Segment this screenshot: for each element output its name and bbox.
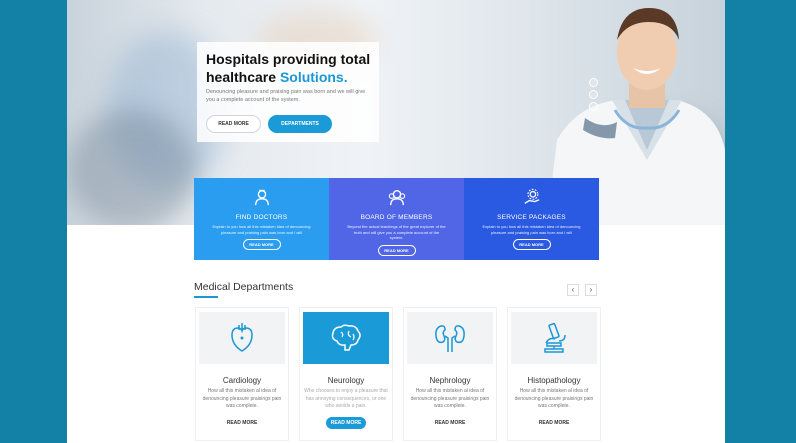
departments-button[interactable]: DEPARTMENTS	[268, 115, 332, 133]
card-title: Nephrology	[429, 376, 471, 385]
card-image	[511, 312, 597, 364]
slider-dot[interactable]	[589, 78, 598, 87]
card-read-more-button[interactable]: READ MORE	[222, 417, 262, 429]
slider-dots	[589, 78, 598, 111]
section-title-underline	[194, 296, 218, 298]
card-description: How all this mistaken al idea of denounc…	[514, 388, 594, 409]
hero-title-line2: healthcare	[206, 69, 280, 85]
hero-background-blur	[67, 110, 197, 225]
features-strip: FIND DOCTORS Explain to you how all this…	[194, 178, 599, 260]
card-description: How all this mistaken al idea of denounc…	[410, 388, 490, 409]
department-card-cardiology[interactable]: Cardiology How all this mistaken al idea…	[195, 307, 289, 441]
carousel-next-button[interactable]: ›	[585, 284, 597, 296]
section-title: Medical Departments	[194, 281, 294, 293]
kidney-icon	[435, 325, 465, 352]
card-read-more-button[interactable]: READ MORE	[534, 417, 574, 429]
feature-title: BOARD OF MEMBERS	[360, 214, 433, 221]
carousel-prev-button[interactable]: ‹	[567, 284, 579, 296]
hero-title-line1: Hospitals providing total	[206, 51, 371, 67]
departments-carousel: Cardiology How all this mistaken al idea…	[195, 307, 601, 441]
card-read-more-button[interactable]: READ MORE	[326, 416, 366, 429]
hero-description: Denouncing pleasure and praising pain wa…	[206, 89, 366, 103]
feature-board-of-members: BOARD OF MEMBERS Beyond the actual teach…	[329, 178, 464, 260]
card-description: Who chooses to enjoy a pleasure that has…	[304, 388, 388, 409]
slider-dot[interactable]	[589, 90, 598, 99]
microscope-icon	[544, 322, 566, 353]
feature-description: Explain to you how all this mistaken ide…	[212, 224, 311, 235]
heart-icon	[231, 323, 253, 352]
feature-read-more-button[interactable]: READ MORE	[512, 239, 551, 250]
card-description: How all this mistaken al idea of denounc…	[202, 388, 282, 409]
card-title: Cardiology	[222, 376, 262, 385]
brain-icon	[331, 324, 361, 351]
feature-find-doctors: FIND DOCTORS Explain to you how all this…	[194, 178, 329, 260]
card-title: Histopathology	[527, 376, 581, 385]
department-card-neurology[interactable]: Neurology Who chooses to enjoy a pleasur…	[299, 307, 393, 441]
feature-read-more-button[interactable]: READ MORE	[242, 239, 281, 250]
card-read-more-button[interactable]: READ MORE	[430, 417, 470, 429]
feature-title: SERVICE PACKAGES	[497, 214, 566, 221]
feature-read-more-button[interactable]: READ MORE	[377, 244, 416, 256]
doctor-icon	[254, 189, 269, 206]
feature-service-packages: SERVICE PACKAGES Explain to you how all …	[464, 178, 599, 260]
read-more-button[interactable]: READ MORE	[206, 115, 261, 133]
gear-hand-icon	[523, 188, 539, 204]
card-title: Neurology	[327, 376, 365, 385]
hero-title-accent: Solutions.	[279, 69, 348, 85]
card-image	[199, 312, 285, 364]
feature-description: Explain to you how all this mistaken ide…	[482, 224, 581, 235]
card-image	[407, 312, 493, 364]
feature-title: FIND DOCTORS	[235, 214, 288, 221]
group-icon	[388, 190, 405, 206]
hero-title: Hospitals providing total healthcare Sol…	[206, 50, 386, 86]
card-image	[303, 312, 389, 364]
feature-description: Beyond the actual teachings of the great…	[347, 224, 446, 240]
slider-dot[interactable]	[589, 102, 598, 111]
department-card-nephrology[interactable]: Nephrology How all this mistaken al idea…	[403, 307, 497, 441]
page: Hospitals providing total healthcare Sol…	[67, 0, 725, 443]
department-card-histopathology[interactable]: Histopathology How all this mistaken al …	[507, 307, 601, 441]
